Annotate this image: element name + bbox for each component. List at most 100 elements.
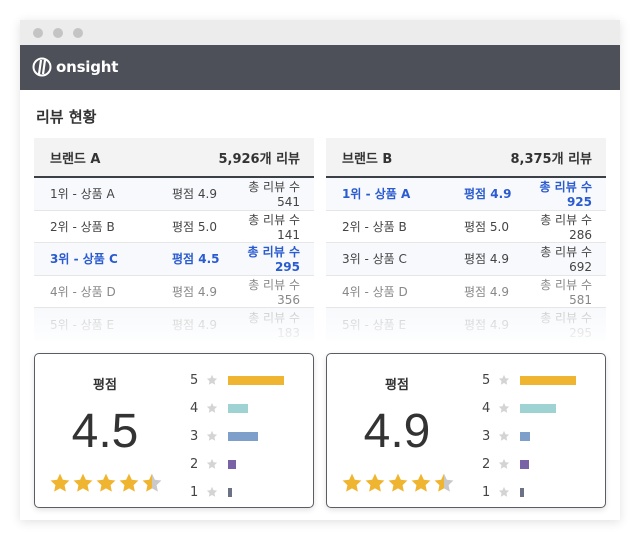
rating-label: 평점 [93,378,117,393]
brand-panel-header: 브랜드 A 5,926개 리뷰 [34,138,314,178]
star-icon [206,374,218,385]
product-total: 총 리뷰 수 925 [539,180,592,210]
distribution-star-value: 4 [482,400,491,416]
star-icon [50,473,70,492]
product-row[interactable]: 3위 - 상품 C 평점 4.5 총 리뷰 수 295 [34,243,314,276]
window-dot-close[interactable] [33,28,43,38]
product-score: 평점 4.9 [464,317,509,332]
product-row[interactable]: 1위 - 상품 A 평점 4.9 총 리뷰 수 541 [34,178,314,211]
distribution-row: 4 [482,394,576,422]
distribution-star-value: 2 [190,456,199,472]
product-score: 평점 4.9 [464,187,512,202]
distribution-row: 3 [482,422,576,450]
product-row[interactable]: 2위 - 상품 B 평점 5.0 총 리뷰 수 141 [34,211,314,243]
page-title: 리뷰 현황 [36,108,97,126]
product-rank: 5위 - 상품 E [342,317,407,332]
product-score: 평점 4.9 [172,187,217,202]
distribution-star-value: 5 [190,372,199,388]
distribution-star-value: 3 [190,428,199,444]
product-score: 평점 4.9 [464,252,509,267]
distribution-bar [520,431,530,441]
distribution-row: 3 [190,422,284,450]
brand-review-count: 5,926개 리뷰 [218,151,300,167]
product-total: 총 리뷰 수 692 [540,245,592,275]
star-icon [434,473,454,492]
product-total: 총 리뷰 수 541 [248,180,300,210]
rating-label: 평점 [385,378,409,393]
star-icon [498,486,510,497]
product-row[interactable]: 5위 - 상품 E 평점 4.9 총 리뷰 수 295 [326,308,606,341]
distribution-row: 2 [482,450,576,478]
distribution-row: 5 [190,366,284,394]
brand-panel-a: 브랜드 A 5,926개 리뷰 1위 - 상품 A 평점 4.9 총 리뷰 수 541 2… [34,138,314,341]
distribution-row: 5 [482,366,576,394]
app-header: onsight [20,45,620,90]
rating-summary-card: 평점 4.5 5 4 3 2 1 [34,353,314,508]
product-score: 평점 4.9 [172,317,217,332]
product-score: 평점 4.9 [464,284,509,299]
brand-name: 브랜드 A [50,151,101,167]
logo-icon [32,57,52,77]
product-score: 평점 5.0 [172,219,217,234]
distribution-bar [520,375,576,385]
product-row[interactable]: 5위 - 상품 E 평점 4.9 총 리뷰 수 183 [34,308,314,341]
product-rank: 4위 - 상품 D [50,284,116,299]
star-icon [498,458,510,469]
brand-panel-b: 브랜드 B 8,375개 리뷰 1위 - 상품 A 평점 4.9 총 리뷰 수 925 2… [326,138,606,341]
distribution-bar [520,487,524,497]
product-row[interactable]: 1위 - 상품 A 평점 4.9 총 리뷰 수 925 [326,178,606,211]
rating-summary-card: 평점 4.9 5 4 3 2 1 [326,353,606,508]
product-total: 총 리뷰 수 141 [248,212,300,242]
product-rank: 1위 - 상품 A [342,187,411,202]
window-dot-minimize[interactable] [53,28,63,38]
product-total: 총 리뷰 수 286 [540,212,592,242]
star-icon [388,473,408,492]
brand-review-count: 8,375개 리뷰 [510,151,592,167]
product-row[interactable]: 4위 - 상품 D 평점 4.9 총 리뷰 수 581 [326,276,606,308]
star-icon [73,473,93,492]
distribution-star-value: 1 [190,484,199,500]
distribution-star-value: 1 [482,484,491,500]
product-row[interactable]: 2위 - 상품 B 평점 5.0 총 리뷰 수 286 [326,211,606,243]
distribution-bar [228,403,248,413]
rating-stars [49,472,163,494]
star-icon [206,458,218,469]
star-icon [365,473,385,492]
distribution-bar [228,375,284,385]
distribution-star-value: 3 [482,428,491,444]
rating-stars [341,472,455,494]
product-total: 총 리뷰 수 356 [248,277,300,307]
distribution-bar [228,431,258,441]
brand-panel-header: 브랜드 B 8,375개 리뷰 [326,138,606,178]
logo[interactable]: onsight [32,57,118,77]
window-dot-maximize[interactable] [73,28,83,38]
product-rank: 3위 - 상품 C [50,252,118,267]
product-score: 평점 5.0 [464,219,509,234]
product-ranking-list: 1위 - 상품 A 평점 4.9 총 리뷰 수 541 2위 - 상품 B 평점 5.0… [34,178,314,341]
rating-score: 4.9 [363,405,431,458]
product-row[interactable]: 4위 - 상품 D 평점 4.9 총 리뷰 수 356 [34,276,314,308]
distribution-row: 2 [190,450,284,478]
distribution-row: 4 [190,394,284,422]
product-row[interactable]: 3위 - 상품 C 평점 4.9 총 리뷰 수 692 [326,243,606,276]
star-icon [342,473,362,492]
product-total: 총 리뷰 수 295 [540,310,592,340]
distribution-bar [228,487,232,497]
star-icon [206,486,218,497]
window-titlebar [20,20,620,45]
star-icon [498,402,510,413]
star-icon [498,430,510,441]
distribution-star-value: 5 [482,372,491,388]
product-rank: 2위 - 상품 B [50,219,115,234]
star-icon [142,473,162,492]
product-score: 평점 4.5 [172,252,220,267]
product-rank: 1위 - 상품 A [50,187,115,202]
distribution-bar [228,459,236,469]
product-rank: 5위 - 상품 E [50,317,115,332]
product-rank: 4위 - 상품 D [342,284,408,299]
rating-distribution: 5 4 3 2 1 [482,366,576,506]
rating-distribution: 5 4 3 2 1 [190,366,284,506]
distribution-star-value: 2 [482,456,491,472]
distribution-bar [520,403,556,413]
star-icon [206,430,218,441]
